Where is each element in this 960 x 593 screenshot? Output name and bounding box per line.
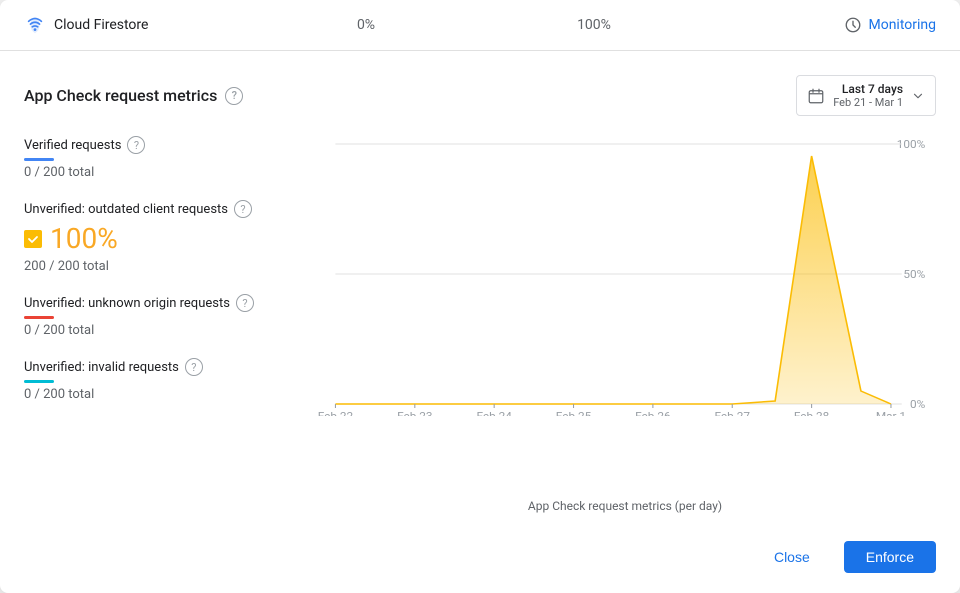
metric-outdated: Unverified: outdated client requests ? 1… <box>24 200 298 274</box>
metric-verified-help[interactable]: ? <box>127 136 145 154</box>
metric-unknown-help[interactable]: ? <box>236 294 254 312</box>
service-name: Cloud Firestore <box>54 17 148 33</box>
metric-invalid-help[interactable]: ? <box>185 358 203 376</box>
metric-outdated-help[interactable]: ? <box>234 200 252 218</box>
enforce-button[interactable]: Enforce <box>844 541 936 573</box>
chart-layout: Verified requests ? 0 / 200 total Unveri… <box>24 136 936 525</box>
svg-text:Feb 25: Feb 25 <box>556 409 591 416</box>
metric-outdated-checkbox[interactable] <box>24 230 42 248</box>
metric-verified-value: 0 / 200 total <box>24 165 298 180</box>
metric-unknown-text: Unverified: unknown origin requests <box>24 296 230 311</box>
date-range-label: Last 7 days <box>842 82 903 96</box>
date-range-text: Last 7 days Feb 21 - Mar 1 <box>833 82 903 109</box>
svg-text:50%: 50% <box>903 267 925 281</box>
monitoring-link[interactable]: Monitoring <box>708 16 936 34</box>
section-title-text: App Check request metrics <box>24 86 217 105</box>
clock-icon <box>844 16 862 34</box>
metric-invalid: Unverified: invalid requests ? 0 / 200 t… <box>24 358 298 402</box>
metric-outdated-percent: 100% <box>50 222 118 255</box>
section-help-icon[interactable]: ? <box>225 87 243 105</box>
chart-svg: 100% 50% 0% <box>314 136 936 416</box>
svg-text:Feb 23: Feb 23 <box>397 409 432 416</box>
metric-verified-line <box>24 158 54 161</box>
dialog: Cloud Firestore 0% 100% Monitoring App C… <box>0 0 960 593</box>
svg-text:0%: 0% <box>910 397 925 411</box>
percent-left: 0% <box>252 17 480 33</box>
checkmark-icon <box>27 233 39 245</box>
main-content: App Check request metrics ? Last 7 days … <box>0 51 960 525</box>
metric-verified: Verified requests ? 0 / 200 total <box>24 136 298 180</box>
metric-unknown-line <box>24 316 54 319</box>
metric-unknown-label: Unverified: unknown origin requests ? <box>24 294 298 312</box>
section-title: App Check request metrics ? <box>24 86 243 105</box>
firestore-icon <box>24 14 46 36</box>
close-button[interactable]: Close <box>752 541 832 573</box>
chevron-down-icon <box>911 89 925 103</box>
svg-text:Feb 28: Feb 28 <box>794 409 829 416</box>
metric-invalid-line <box>24 380 54 383</box>
chart-area: 100% 50% 0% <box>314 136 936 525</box>
service-info: Cloud Firestore <box>24 14 252 36</box>
metric-verified-label: Verified requests ? <box>24 136 298 154</box>
metric-invalid-value: 0 / 200 total <box>24 387 298 402</box>
metric-unknown-value: 0 / 200 total <box>24 323 298 338</box>
metric-outdated-label: Unverified: outdated client requests ? <box>24 200 298 218</box>
svg-text:Feb 22: Feb 22 <box>318 409 353 416</box>
footer: Close Enforce <box>0 525 960 593</box>
calendar-icon <box>807 87 825 105</box>
metric-invalid-label: Unverified: invalid requests ? <box>24 358 298 376</box>
metric-unknown: Unverified: unknown origin requests ? 0 … <box>24 294 298 338</box>
top-bar: Cloud Firestore 0% 100% Monitoring <box>0 0 960 51</box>
metric-outdated-value: 200 / 200 total <box>24 259 298 274</box>
chart-svg-container: 100% 50% 0% <box>314 136 936 493</box>
percent-right: 100% <box>480 17 708 33</box>
date-range-selector[interactable]: Last 7 days Feb 21 - Mar 1 <box>796 75 936 116</box>
chart-fill <box>335 156 901 404</box>
metric-outdated-text: Unverified: outdated client requests <box>24 202 228 217</box>
monitoring-label: Monitoring <box>868 17 936 33</box>
svg-text:Feb 24: Feb 24 <box>476 409 512 416</box>
svg-text:Feb 27: Feb 27 <box>715 409 750 416</box>
metric-invalid-text: Unverified: invalid requests <box>24 360 179 375</box>
metric-verified-text: Verified requests <box>24 138 121 153</box>
metric-outdated-big: 100% <box>24 222 298 255</box>
metrics-panel: Verified requests ? 0 / 200 total Unveri… <box>24 136 314 525</box>
svg-text:Feb 26: Feb 26 <box>635 409 670 416</box>
section-header: App Check request metrics ? Last 7 days … <box>24 75 936 116</box>
date-range-sub: Feb 21 - Mar 1 <box>833 96 903 109</box>
chart-x-label: App Check request metrics (per day) <box>314 493 936 525</box>
svg-text:Mar 1: Mar 1 <box>876 409 906 416</box>
